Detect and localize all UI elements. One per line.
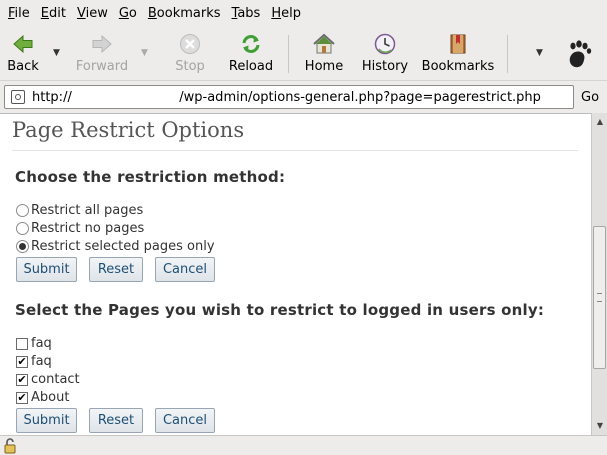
reset-button[interactable]: Reset <box>89 257 143 282</box>
history-icon <box>373 32 397 56</box>
radio-label: Restrict selected pages only <box>31 239 215 254</box>
menu-bookmarks[interactable]: Bookmarks <box>144 6 225 21</box>
cancel-button[interactable]: Cancel <box>155 257 215 282</box>
back-arrow-icon <box>11 32 35 56</box>
forward-history-dropdown-icon[interactable]: ▼ <box>141 48 148 58</box>
url-input[interactable]: http:// /wp-admin/options-general.php?pa… <box>4 85 574 109</box>
checkbox-label: About <box>31 390 70 405</box>
home-button[interactable]: Home <box>302 32 346 78</box>
bookmarks-button[interactable]: Bookmarks <box>420 32 496 78</box>
stop-button[interactable]: Stop <box>173 32 207 78</box>
insecure-lock-icon <box>3 438 17 454</box>
back-button[interactable]: Back <box>6 32 40 78</box>
back-label: Back <box>7 59 39 74</box>
radio-button[interactable] <box>16 240 29 253</box>
submit-button-2[interactable]: Submit <box>16 408 77 433</box>
pages-heading: Select the Pages you wish to restrict to… <box>15 301 545 319</box>
cancel-button-2[interactable]: Cancel <box>155 408 215 433</box>
checkbox[interactable]: ✔ <box>16 355 28 368</box>
menu-tabs[interactable]: Tabs <box>228 6 265 21</box>
scroll-down-icon[interactable]: ▼ <box>594 419 606 431</box>
go-button[interactable]: Go <box>581 90 599 105</box>
scroll-up-icon[interactable]: ▲ <box>594 115 606 127</box>
radio-button[interactable] <box>16 204 29 217</box>
reset-button-2[interactable]: Reset <box>89 408 143 433</box>
stop-label: Stop <box>175 59 205 74</box>
checkbox-page-faq[interactable]: faq <box>16 336 52 351</box>
menu-help[interactable]: Help <box>267 6 305 21</box>
menu-view[interactable]: View <box>73 6 112 21</box>
toolbar-separator <box>288 35 289 73</box>
reload-button[interactable]: Reload <box>228 32 274 78</box>
home-label: Home <box>304 59 344 74</box>
checkbox[interactable]: ✔ <box>16 373 28 386</box>
menu-bar: File Edit View Go Bookmarks Tabs Help <box>0 0 607 27</box>
submit-button[interactable]: Submit <box>16 257 77 282</box>
reload-label: Reload <box>228 59 274 74</box>
status-bar <box>0 435 607 455</box>
checkbox-label: contact <box>31 372 80 387</box>
checkbox-page-contact[interactable]: ✔ contact <box>16 372 80 387</box>
stop-icon <box>178 32 202 56</box>
radio-restrict-none[interactable]: Restrict no pages <box>16 221 144 236</box>
bookmarks-label: Bookmarks <box>421 59 495 74</box>
checkbox[interactable]: ✔ <box>16 391 28 404</box>
radio-label: Restrict all pages <box>31 203 144 218</box>
title-divider <box>12 150 578 151</box>
toolbar-overflow-icon[interactable]: ▼ <box>536 48 543 58</box>
scrollbar-thumb[interactable] <box>593 226 606 369</box>
history-label: History <box>361 59 409 74</box>
checkbox-page-about[interactable]: ✔ About <box>16 390 69 405</box>
home-icon <box>312 32 336 56</box>
menu-edit[interactable]: Edit <box>37 6 70 21</box>
page-title: Page Restrict Options <box>12 118 245 142</box>
checkbox-page-faq-2[interactable]: ✔ faq <box>16 354 52 369</box>
vertical-scrollbar[interactable]: ▲ ▼ <box>591 113 607 435</box>
url-text: http:// /wp-admin/options-general.php?pa… <box>32 89 541 105</box>
radio-restrict-selected[interactable]: Restrict selected pages only <box>16 239 215 254</box>
toolbar-separator <box>507 35 508 73</box>
gnome-foot-icon <box>566 40 592 68</box>
checkbox[interactable] <box>16 337 28 350</box>
page-content: Page Restrict Options Choose the restric… <box>0 113 591 435</box>
forward-arrow-icon <box>90 32 114 56</box>
checkbox-label: faq <box>31 336 52 351</box>
navigation-toolbar: Back ▼ Forward ▼ Stop Reload Home Histor… <box>0 27 607 81</box>
radio-label: Restrict no pages <box>31 221 145 236</box>
history-button[interactable]: History <box>360 32 410 78</box>
bookmarks-icon <box>446 32 470 56</box>
forward-label: Forward <box>75 59 129 74</box>
page-favicon-icon <box>11 90 25 104</box>
reload-icon <box>239 32 263 56</box>
radio-button[interactable] <box>16 222 29 235</box>
location-bar: http:// /wp-admin/options-general.php?pa… <box>0 82 607 112</box>
forward-button[interactable]: Forward <box>75 32 129 78</box>
radio-restrict-all[interactable]: Restrict all pages <box>16 203 143 218</box>
menu-go[interactable]: Go <box>115 6 141 21</box>
checkbox-label: faq <box>31 354 52 369</box>
back-history-dropdown-icon[interactable]: ▼ <box>53 48 60 58</box>
method-heading: Choose the restriction method: <box>15 168 286 186</box>
menu-file[interactable]: File <box>4 6 34 21</box>
